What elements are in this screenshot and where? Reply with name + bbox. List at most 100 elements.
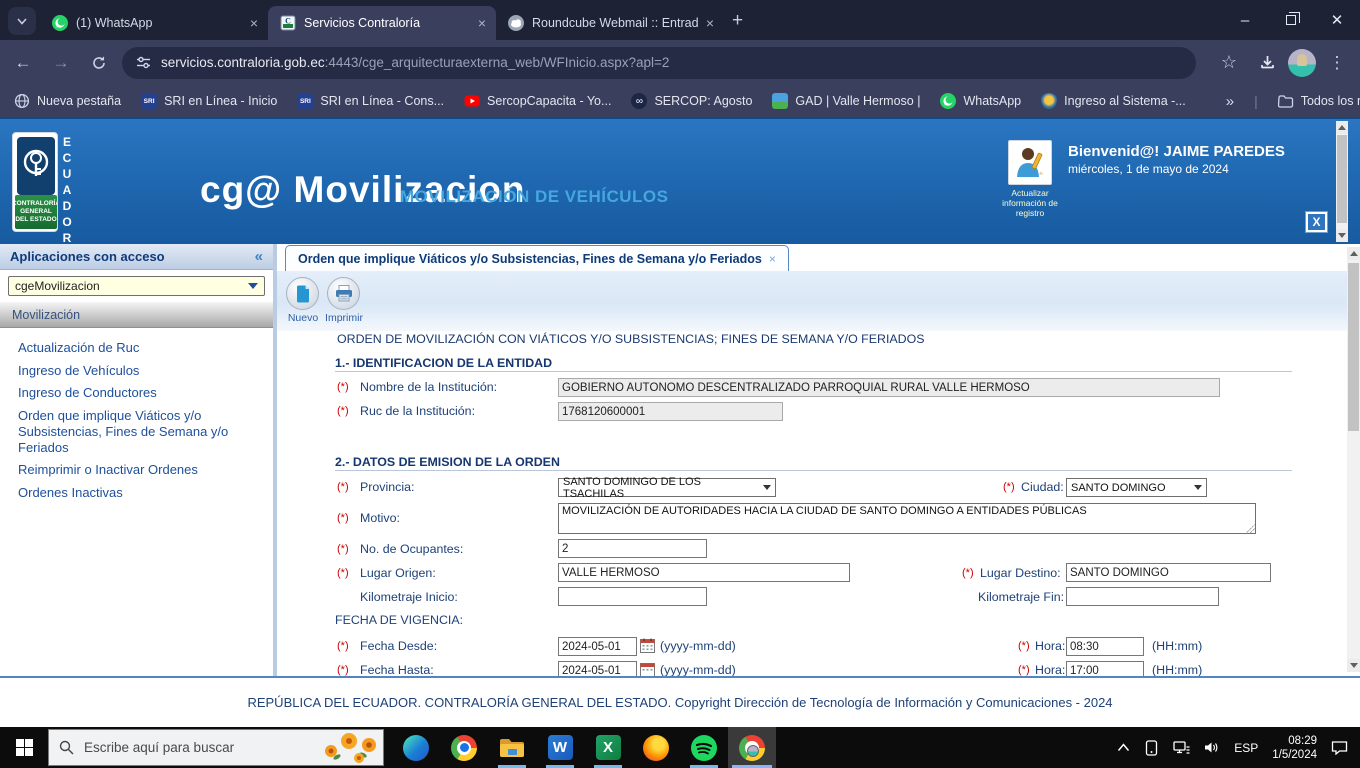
imprimir-button[interactable] — [327, 277, 360, 310]
update-info-avatar[interactable] — [1008, 140, 1052, 185]
nuevo-button[interactable] — [286, 277, 319, 310]
provincia-select[interactable]: SANTO DOMINGO DE LOS TSACHILAS — [558, 478, 776, 497]
bookmarks-bar: Nueva pestaña SRI SRI en Línea - Inicio … — [0, 85, 1360, 117]
taskbar-word[interactable]: W — [536, 727, 584, 768]
url-bar[interactable]: servicios.contraloria.gob.ec:4443/cge_ar… — [122, 47, 1196, 79]
network-icon[interactable] — [1173, 741, 1190, 755]
avatar-caption[interactable]: Actualizar información de registro — [996, 188, 1064, 218]
start-button[interactable] — [0, 727, 48, 768]
taskbar-edge[interactable] — [392, 727, 440, 768]
scroll-up-arrow[interactable] — [1336, 121, 1348, 134]
content-scrollbar[interactable] — [1347, 247, 1360, 672]
new-tab-button[interactable]: + — [732, 10, 743, 32]
forward-button[interactable]: → — [46, 48, 76, 78]
sidebar-item-ingreso-conductores[interactable]: Ingreso de Conductores — [18, 385, 262, 401]
back-button[interactable]: ← — [8, 48, 38, 78]
lugar-origen-input[interactable] — [558, 563, 850, 582]
calendar-icon[interactable] — [640, 638, 655, 658]
content-tab[interactable]: Orden que implique Viáticos y/o Subsiste… — [285, 245, 789, 271]
whatsapp-favicon — [52, 15, 68, 31]
ecuador-crest-icon — [1041, 93, 1057, 109]
sidebar-item-ingreso-vehiculos[interactable]: Ingreso de Vehículos — [18, 363, 262, 379]
all-bookmarks-button[interactable]: Todos los marcadores — [1278, 93, 1360, 109]
bookmark-nueva-pestana[interactable]: Nueva pestaña — [14, 93, 121, 109]
scrollbar-thumb[interactable] — [1337, 135, 1347, 223]
action-center-icon[interactable] — [1331, 740, 1348, 755]
window-restore-button[interactable] — [1268, 0, 1314, 40]
bookmark-sri-consultas[interactable]: SRI SRI en Línea - Cons... — [297, 93, 444, 109]
sidebar-item-reimprimir-ordenes[interactable]: Reimprimir o Inactivar Ordenes — [18, 462, 262, 478]
bookmark-gad-valle-hermoso[interactable]: GAD | Valle Hermoso | — [772, 93, 920, 109]
rotation-lock-icon[interactable] — [1144, 740, 1159, 756]
scroll-down-arrow[interactable] — [1347, 659, 1360, 672]
taskbar-time: 08:29 — [1272, 734, 1317, 748]
ruc-institucion-input[interactable] — [558, 402, 783, 421]
required-marker: (*) — [337, 512, 349, 524]
language-indicator[interactable]: ESP — [1234, 741, 1258, 755]
scrollbar-thumb[interactable] — [1348, 263, 1359, 431]
taskbar-chrome-active[interactable] — [728, 727, 776, 768]
kilometraje-fin-input[interactable] — [1066, 587, 1219, 606]
sidebar-item-ordenes-inactivas[interactable]: Ordenes Inactivas — [18, 485, 262, 501]
browser-tab-roundcube[interactable]: Roundcube Webmail :: Entrada × — [496, 6, 724, 40]
taskbar-search[interactable]: Escribe aquí para buscar — [48, 729, 384, 766]
taskbar-clock[interactable]: 08:29 1/5/2024 — [1272, 734, 1317, 762]
kilometraje-inicio-input[interactable] — [558, 587, 707, 606]
bookmark-sercop-agosto[interactable]: ∞ SERCOP: Agosto — [631, 93, 752, 109]
hora-desde-input[interactable] — [1066, 637, 1144, 656]
bookmark-star-icon[interactable]: ☆ — [1214, 48, 1244, 78]
window-close-button[interactable]: ✕ — [1314, 0, 1360, 40]
taskbar-chrome[interactable] — [440, 727, 488, 768]
tray-chevron-icon[interactable] — [1117, 743, 1130, 752]
motivo-textarea[interactable]: MOVILIZACIÓN DE AUTORIDADES HACIA LA CIU… — [558, 503, 1256, 534]
bookmark-sercopcapacita[interactable]: SercopCapacita - Yo... — [464, 93, 611, 109]
fecha-formato-hint: (yyyy-mm-dd) — [660, 639, 736, 653]
content-toolbar-band — [277, 271, 1347, 331]
welcome-text: Bienvenid@! JAIME PAREDES — [1068, 143, 1285, 160]
banner-close-button[interactable]: X — [1306, 212, 1327, 232]
sidebar-item-orden-viaticos[interactable]: Orden que implique Viáticos y/o Subsiste… — [18, 408, 262, 456]
scroll-down-arrow[interactable] — [1336, 229, 1348, 242]
sidebar-item-actualizacion-ruc[interactable]: Actualización de Ruc — [18, 340, 262, 356]
bookmark-ingreso-sistema[interactable]: Ingreso al Sistema -... — [1041, 93, 1186, 109]
taskbar-firefox[interactable] — [632, 727, 680, 768]
browser-menu-button[interactable]: ⋮ — [1322, 48, 1352, 78]
bookmarks-overflow-button[interactable]: » — [1226, 93, 1234, 110]
taskbar-spotify[interactable] — [680, 727, 728, 768]
bookmark-sri-inicio[interactable]: SRI SRI en Línea - Inicio — [141, 93, 277, 109]
fecha-desde-input[interactable] — [558, 637, 637, 656]
sidebar-collapse-icon[interactable]: « — [255, 248, 263, 265]
browser-tab-servicios[interactable]: C Servicios Contraloría × — [268, 6, 496, 40]
profile-avatar[interactable] — [1288, 49, 1316, 77]
taskbar-explorer[interactable] — [488, 727, 536, 768]
taskbar-excel[interactable]: X — [584, 727, 632, 768]
volume-icon[interactable] — [1204, 741, 1220, 754]
ocupantes-input[interactable] — [558, 539, 707, 558]
nombre-institucion-input[interactable] — [558, 378, 1220, 397]
banner-scrollbar[interactable] — [1336, 121, 1348, 242]
window-minimize-button[interactable]: – — [1222, 0, 1268, 40]
downloads-button[interactable] — [1252, 48, 1282, 78]
tab-close-icon[interactable]: × — [478, 15, 486, 31]
url-text: servicios.contraloria.gob.ec:4443/cge_ar… — [161, 55, 669, 70]
bookmark-whatsapp[interactable]: WhatsApp — [940, 93, 1021, 109]
youtube-icon — [464, 93, 480, 109]
tab-search-button[interactable] — [8, 7, 36, 35]
cge-emblem-icon — [17, 137, 55, 195]
browser-tab-whatsapp[interactable]: (1) WhatsApp × — [40, 6, 268, 40]
ocupantes-label: No. de Ocupantes: — [360, 542, 463, 556]
printer-icon — [335, 285, 353, 302]
reload-button[interactable] — [84, 48, 114, 78]
ciudad-select[interactable]: SANTO DOMINGO — [1066, 478, 1207, 497]
tab-close-icon[interactable]: × — [706, 15, 714, 31]
lugar-destino-label: Lugar Destino: — [980, 566, 1061, 580]
scroll-up-arrow[interactable] — [1347, 247, 1360, 260]
hora-formato-hint: (HH:mm) — [1152, 639, 1202, 653]
chevron-down-icon — [1194, 485, 1202, 490]
lugar-destino-input[interactable] — [1066, 563, 1271, 582]
content-tab-close-icon[interactable]: × — [769, 252, 776, 266]
folder-icon — [1278, 93, 1294, 109]
textarea-resize-grip[interactable] — [1246, 524, 1255, 533]
tab-close-icon[interactable]: × — [250, 15, 258, 31]
application-select[interactable]: cgeMovilizacion — [8, 276, 265, 296]
